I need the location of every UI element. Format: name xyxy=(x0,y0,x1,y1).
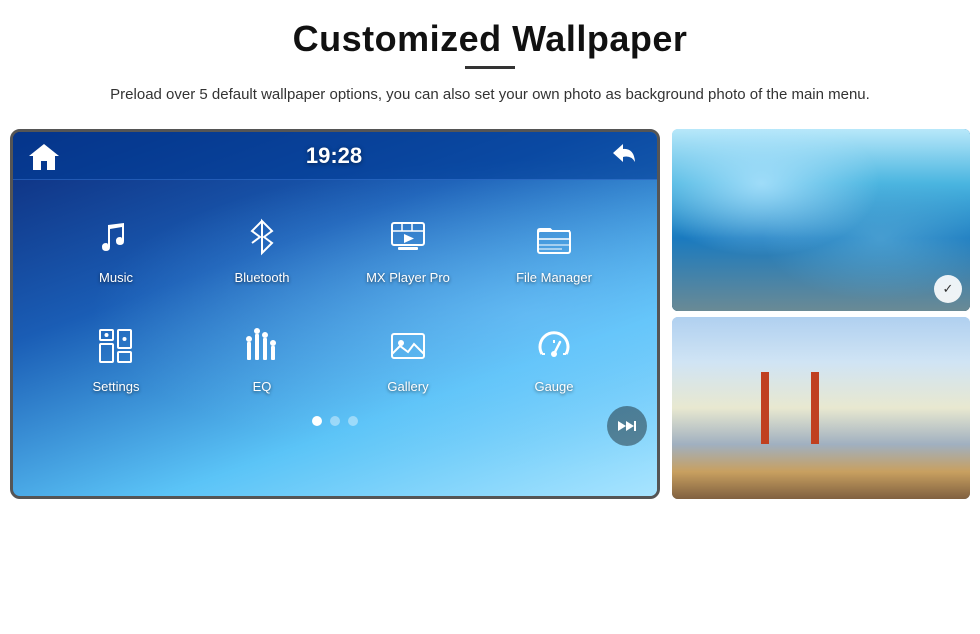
gauge-svg xyxy=(534,326,574,366)
home-icon[interactable] xyxy=(29,142,59,170)
car-screen: 19:28 xyxy=(10,129,660,499)
dot-1[interactable] xyxy=(312,416,322,426)
dots-row xyxy=(13,416,657,426)
home-icon-wrap[interactable] xyxy=(29,142,59,170)
filemanager-svg xyxy=(534,217,574,257)
screen-inner: 19:28 xyxy=(13,132,657,496)
dot-3[interactable] xyxy=(348,416,358,426)
page-container: Customized Wallpaper Preload over 5 defa… xyxy=(0,0,980,634)
mxplayer-label: MX Player Pro xyxy=(366,270,450,285)
app-music[interactable]: Music xyxy=(43,200,189,295)
gallery-icon xyxy=(381,319,435,373)
thumb-ice-badge[interactable]: ✓ xyxy=(934,275,962,303)
app-settings[interactable]: Settings xyxy=(43,309,189,404)
gauge-icon xyxy=(527,319,581,373)
music-svg xyxy=(96,217,136,257)
eq-icon xyxy=(235,319,289,373)
settings-icon xyxy=(89,319,143,373)
thumbnail-bridge[interactable] xyxy=(672,317,970,499)
app-mxplayer[interactable]: MX Player Pro xyxy=(335,200,481,295)
dot-2[interactable] xyxy=(330,416,340,426)
filemanager-icon xyxy=(527,210,581,264)
mxplayer-icon xyxy=(381,210,435,264)
skip-icon xyxy=(618,419,636,433)
app-bluetooth[interactable]: Bluetooth xyxy=(189,200,335,295)
title-underline xyxy=(465,66,515,69)
bridge-image xyxy=(672,317,970,499)
gallery-label: Gallery xyxy=(387,379,428,394)
gallery-svg xyxy=(388,326,428,366)
back-icon xyxy=(609,140,641,166)
settings-label: Settings xyxy=(93,379,140,394)
app-grid-row1: Music Bluetooth xyxy=(13,180,657,305)
app-grid-row2: Settings xyxy=(13,305,657,414)
thumbnail-ice[interactable]: ✓ xyxy=(672,129,970,311)
filemanager-label: File Manager xyxy=(516,270,592,285)
mxplayer-svg xyxy=(388,217,428,257)
music-icon xyxy=(89,210,143,264)
time-display: 19:28 xyxy=(306,143,362,169)
back-button[interactable] xyxy=(609,140,641,171)
bluetooth-svg xyxy=(242,217,282,257)
top-bar: 19:28 xyxy=(13,132,657,180)
app-filemanager[interactable]: File Manager xyxy=(481,200,627,295)
bluetooth-icon xyxy=(235,210,289,264)
eq-svg xyxy=(242,326,282,366)
skip-button[interactable] xyxy=(607,406,647,446)
subtitle: Preload over 5 default wallpaper options… xyxy=(110,83,870,107)
ice-image xyxy=(672,129,970,311)
app-gallery[interactable]: Gallery xyxy=(335,309,481,404)
page-title: Customized Wallpaper xyxy=(293,18,688,60)
thumbnails-column: ✓ xyxy=(672,129,970,499)
gauge-label: Gauge xyxy=(534,379,573,394)
eq-label: EQ xyxy=(253,379,272,394)
app-eq[interactable]: EQ xyxy=(189,309,335,404)
music-label: Music xyxy=(99,270,133,285)
settings-svg xyxy=(96,326,136,366)
app-gauge[interactable]: Gauge xyxy=(481,309,627,404)
bluetooth-label: Bluetooth xyxy=(235,270,290,285)
content-row: 19:28 xyxy=(10,129,970,499)
